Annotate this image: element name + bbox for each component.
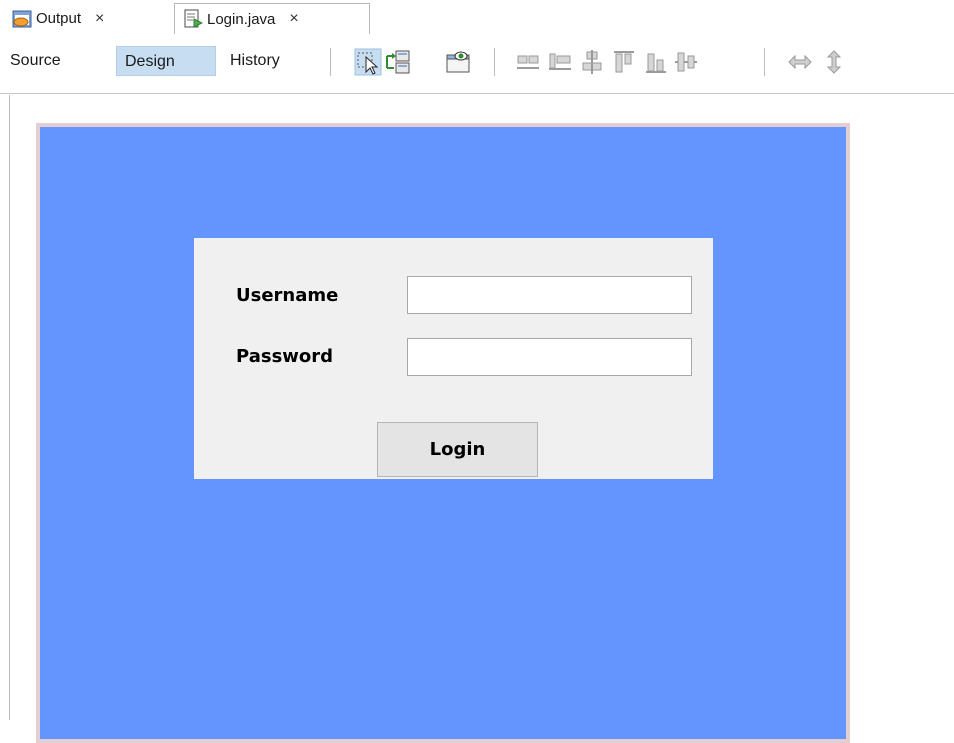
preview-design-icon[interactable] bbox=[444, 48, 472, 76]
output-window-icon bbox=[12, 10, 32, 27]
align-bottom-icon[interactable] bbox=[642, 48, 670, 76]
close-icon[interactable]: × bbox=[95, 10, 104, 28]
selection-mode-icon[interactable] bbox=[354, 48, 382, 76]
editor-toolbar: Source Design History bbox=[0, 34, 954, 94]
username-label: Username bbox=[236, 285, 339, 306]
history-mode-button[interactable]: History bbox=[222, 46, 312, 76]
toolbar-separator bbox=[494, 48, 495, 76]
tab-login-java[interactable]: Login.java × bbox=[174, 3, 370, 35]
align-right-icon[interactable] bbox=[546, 48, 574, 76]
align-left-icon[interactable] bbox=[514, 48, 542, 76]
tab-login-java-label: Login.java bbox=[207, 10, 276, 28]
toolbar-separator bbox=[764, 48, 765, 76]
design-mode-button[interactable]: Design bbox=[116, 46, 216, 76]
username-field[interactable] bbox=[407, 276, 692, 314]
canvas-left-border bbox=[9, 95, 10, 720]
password-field[interactable] bbox=[407, 338, 692, 376]
toolbar-separator bbox=[330, 48, 331, 76]
center-horizontally-icon[interactable] bbox=[578, 48, 606, 76]
login-button[interactable]: Login bbox=[377, 422, 538, 477]
tab-output-label: Output bbox=[36, 10, 82, 27]
password-label: Password bbox=[236, 346, 334, 367]
source-mode-button[interactable]: Source bbox=[2, 46, 98, 76]
vertical-resize-icon[interactable] bbox=[820, 48, 848, 76]
center-vertically-icon[interactable] bbox=[672, 48, 700, 76]
close-icon[interactable]: × bbox=[289, 10, 298, 28]
align-top-icon[interactable] bbox=[610, 48, 638, 76]
connection-mode-icon[interactable] bbox=[384, 48, 412, 76]
tab-output[interactable]: Output × bbox=[6, 4, 174, 33]
horizontal-resize-icon[interactable] bbox=[786, 48, 814, 76]
java-file-icon bbox=[184, 9, 203, 28]
editor-tab-strip: Output × Login.java × bbox=[0, 0, 954, 35]
